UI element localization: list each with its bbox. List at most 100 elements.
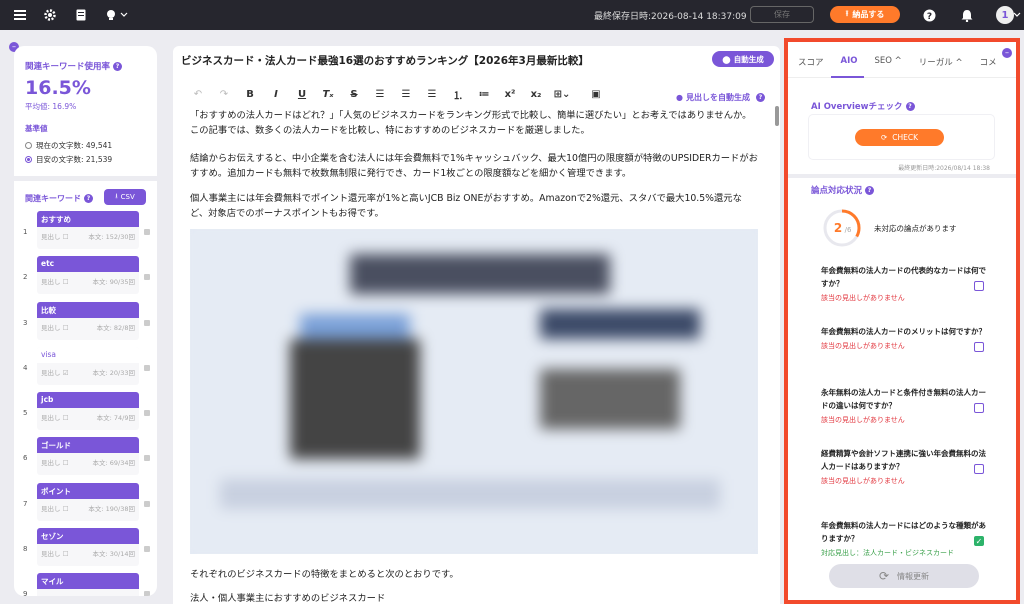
document-icon[interactable] <box>73 7 89 23</box>
help-icon[interactable]: ? <box>113 62 123 71</box>
align-center-icon[interactable]: ☰ <box>393 89 419 100</box>
tab-seo[interactable]: SEO ^ <box>864 50 908 78</box>
svg-text:?: ? <box>926 12 931 22</box>
keyword-card[interactable]: etc 見出し ☐ 本文: 90/35回 <box>37 256 139 294</box>
align-left-icon[interactable]: ☰ <box>367 89 393 100</box>
keyword-copy-icon[interactable] <box>144 320 150 326</box>
italic-icon[interactable]: I <box>263 89 289 100</box>
auto-generate-button[interactable]: ⬤ 自動生成 <box>712 51 774 67</box>
paragraph[interactable]: 結論からお伝えすると、中小企業を含む法人には年会費無料で1%キャッシュバック、最… <box>190 151 758 181</box>
topic-checkbox[interactable] <box>974 281 984 291</box>
baseline-title: 基準値 <box>25 124 48 133</box>
keyword-card[interactable]: ポイント 見出し ☐ 本文: 190/38回 <box>37 483 139 521</box>
tab-comment[interactable]: コメ <box>970 50 1004 78</box>
topic-checkbox[interactable]: ✓ <box>974 536 984 546</box>
topic-checkbox[interactable] <box>974 464 984 474</box>
article-title[interactable]: ビジネスカード・法人カード最強16選のおすすめランキング【2026年3月最新比較… <box>181 53 589 68</box>
bold-icon[interactable]: B <box>237 89 263 100</box>
menu-icon[interactable] <box>12 7 28 23</box>
keyword-copy-icon[interactable] <box>144 455 150 461</box>
keyword-card[interactable]: おすすめ 見出し ☐ 本文: 152/30回 <box>37 211 139 249</box>
image-icon[interactable]: ▣ <box>583 89 609 100</box>
auto-heading-button[interactable]: ● 見出しを自動生成? <box>676 92 765 103</box>
keyword-copy-icon[interactable] <box>144 591 150 596</box>
keyword-card[interactable]: マイル <box>37 573 139 596</box>
keyword-card[interactable]: 比較 見出し ☐ 本文: 82/8回 <box>37 302 139 340</box>
divider <box>14 176 157 181</box>
blurred-article-image <box>190 229 758 554</box>
aio-panel: – スコア AIO SEO ^ リーガル ^ コメ AI Overviewチェッ… <box>784 38 1020 604</box>
bullet-list-icon[interactable]: ≔ <box>471 89 497 100</box>
subscript-icon[interactable]: x₂ <box>523 89 549 100</box>
help-icon[interactable]: ? <box>921 7 937 23</box>
help-icon[interactable]: ? <box>865 186 875 195</box>
save-button[interactable]: 保存 <box>750 6 814 23</box>
superscript-icon[interactable]: x² <box>497 89 523 100</box>
keyword-rank: 8 <box>23 545 28 553</box>
editor-scrollbar[interactable] <box>775 106 779 126</box>
paragraph[interactable]: それぞれのビジネスカードの特徴をまとめると次のとおりです。 <box>190 567 758 582</box>
strikethrough-icon[interactable]: S <box>341 89 367 100</box>
auto-heading-label: 見出しを自動生成 <box>685 93 750 102</box>
keyword-copy-icon[interactable] <box>144 546 150 552</box>
keyword-card[interactable]: visa 見出し ☑ 本文: 20/33回 <box>37 347 139 385</box>
help-icon[interactable]: ? <box>755 93 765 102</box>
gear-icon[interactable] <box>42 7 58 23</box>
paragraph[interactable]: 法人・個人事業主におすすめのビジネスカード <box>190 591 758 604</box>
topic-status: 該当の見出しがありません <box>821 477 905 485</box>
related-keywords-title: 関連キーワード? <box>25 193 93 204</box>
bell-icon[interactable] <box>959 7 975 23</box>
keyword-rank: 3 <box>23 319 28 327</box>
keyword-card[interactable]: jcb 見出し ☐ 本文: 74/9回 <box>37 392 139 430</box>
underline-icon[interactable]: U <box>289 89 315 100</box>
submit-button[interactable]: ⭱ 納品する <box>830 6 900 23</box>
keyword-heading-status: 見出し ☐ <box>41 324 69 332</box>
keyword-copy-icon[interactable] <box>144 274 150 280</box>
keyword-copy-icon[interactable] <box>144 410 150 416</box>
top-bar: 最終保存日時:2026-08-14 18:37:09 保存 ⭱ 納品する ? 1 <box>0 0 1024 30</box>
keyword-copy-icon[interactable] <box>144 229 150 235</box>
chevron-down-icon[interactable] <box>1012 7 1022 23</box>
check-button[interactable]: ⟳ CHECK <box>855 129 944 146</box>
refresh-button[interactable]: ⟳ 情報更新 <box>829 564 979 588</box>
csv-download-button[interactable]: ⭳ CSV <box>104 189 146 205</box>
keyword-stats: 見出し ☐ 本文: 74/9回 <box>37 408 139 426</box>
keyword-name: セゾン <box>37 528 139 544</box>
keyword-copy-icon[interactable] <box>144 501 150 507</box>
keyword-stats: 見出し ☐ 本文: 30/14回 <box>37 544 139 562</box>
undo-icon[interactable]: ↶ <box>185 89 211 100</box>
tab-aio[interactable]: AIO <box>830 50 865 78</box>
download-icon: ⭳ <box>115 191 118 200</box>
keyword-name: ゴールド <box>37 437 139 453</box>
aio-check-title: AI Overviewチェック? <box>811 100 915 112</box>
keyword-copy-icon[interactable] <box>144 365 150 371</box>
help-icon[interactable]: ? <box>84 194 93 203</box>
topic-question: 経費精算や会計ソフト連携に強い年会費無料の法人カードはありますか？ <box>821 449 986 471</box>
paragraph[interactable]: 「おすすめの法人カードはどれ？」「人気のビジネスカードをランキング形式で比較し、… <box>190 108 758 138</box>
keyword-stats: 見出し ☐ 本文: 69/34回 <box>37 453 139 471</box>
table-icon[interactable]: ⊞⌄ <box>549 89 575 100</box>
topic-checkbox[interactable] <box>974 342 984 352</box>
clear-format-icon[interactable]: Tₓ <box>315 89 341 100</box>
keyword-heading-status: 見出し ☐ <box>41 505 69 513</box>
topic-item: 経費精算や会計ソフト連携に強い年会費無料の法人カードはありますか？ 該当の見出しが… <box>821 447 989 486</box>
tab-legal[interactable]: リーガル ^ <box>909 50 970 78</box>
topic-question: 年会費無料の法人カードのメリットは何ですか？ <box>821 327 986 336</box>
ordered-list-icon[interactable]: ⒈ <box>445 87 471 102</box>
keyword-rank: 2 <box>23 273 28 281</box>
radio-target-count[interactable]: 目安の文字数: 21,539 <box>25 154 112 165</box>
tab-score[interactable]: スコア <box>788 50 831 78</box>
keyword-card[interactable]: セゾン 見出し ☐ 本文: 30/14回 <box>37 528 139 566</box>
paragraph[interactable]: 個人事業主には年会費無料でポイント還元率が1%と高いJCB Biz ONEがおす… <box>190 191 758 221</box>
radio-current-count[interactable]: 現在の文字数: 49,541 <box>25 140 112 151</box>
keyword-card[interactable]: ゴールド 見出し ☐ 本文: 69/34回 <box>37 437 139 475</box>
topic-checkbox[interactable] <box>974 403 984 413</box>
keyword-heading-status: 見出し ☐ <box>41 414 69 422</box>
upload-icon: ⭱ <box>845 8 849 18</box>
align-right-icon[interactable]: ☰ <box>419 89 445 100</box>
divider <box>788 174 1016 178</box>
lightbulb-icon[interactable] <box>104 7 130 23</box>
help-icon[interactable]: ? <box>905 102 915 111</box>
keyword-usage-rate: 16.5% <box>25 77 91 99</box>
redo-icon[interactable]: ↷ <box>211 89 237 100</box>
